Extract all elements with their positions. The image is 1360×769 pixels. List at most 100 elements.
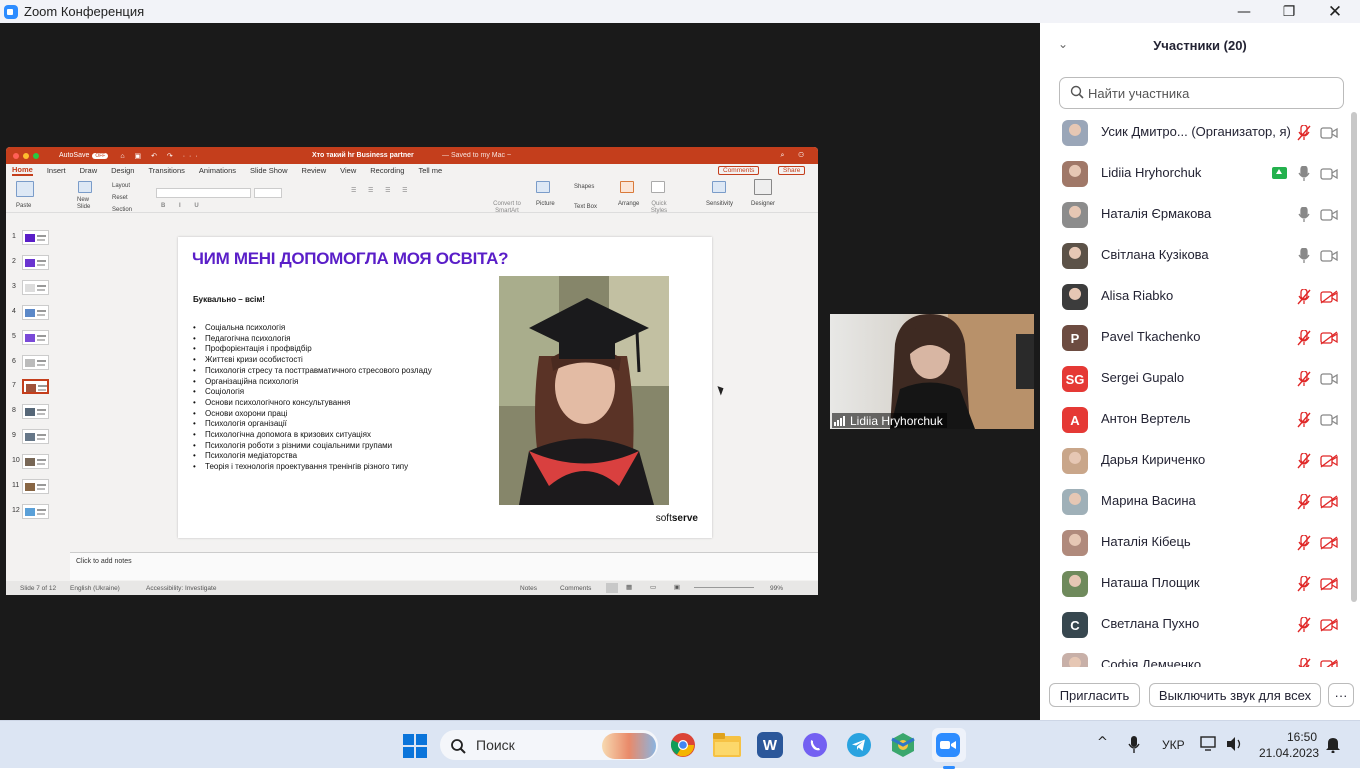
tab-slide-show[interactable]: Slide Show bbox=[250, 166, 288, 175]
zoom-level[interactable]: 99% bbox=[770, 585, 783, 592]
more-options-button[interactable]: ··· bbox=[1328, 683, 1354, 707]
language-status[interactable]: English (Ukraine) bbox=[70, 585, 120, 592]
viber-icon[interactable] bbox=[802, 732, 828, 758]
participant-row[interactable]: Наталія Єрмакова bbox=[1040, 194, 1350, 235]
tab-transitions[interactable]: Transitions bbox=[148, 166, 184, 175]
network-icon[interactable] bbox=[1200, 736, 1218, 752]
section-button[interactable]: Section bbox=[112, 207, 132, 213]
comments-button[interactable]: Comments bbox=[718, 166, 760, 175]
layout-button[interactable]: Layout bbox=[112, 183, 130, 189]
mic-muted-icon[interactable] bbox=[1297, 288, 1311, 305]
mic-on-icon[interactable] bbox=[1297, 165, 1311, 182]
video-off-icon[interactable] bbox=[1320, 331, 1338, 345]
participant-row[interactable]: Наташа Площик bbox=[1040, 563, 1350, 604]
video-on-icon[interactable] bbox=[1320, 208, 1338, 222]
video-off-icon[interactable] bbox=[1320, 454, 1338, 468]
chrome-icon[interactable] bbox=[670, 732, 696, 758]
paragraph-buttons[interactable]: ☰ ☰ ☰ ☰ bbox=[351, 187, 413, 194]
tray-microphone-icon[interactable] bbox=[1128, 736, 1140, 754]
slide-thumbnail[interactable] bbox=[22, 429, 49, 445]
tab-insert[interactable]: Insert bbox=[47, 166, 66, 175]
mac-zoom-dot[interactable] bbox=[33, 152, 39, 159]
slide-thumbnail[interactable] bbox=[22, 254, 49, 270]
slide-thumbnail[interactable] bbox=[22, 230, 49, 245]
telegram-icon[interactable] bbox=[846, 732, 872, 758]
slide-thumbnail[interactable] bbox=[22, 503, 49, 519]
convert-smartart-label[interactable]: Convert to SmartArt bbox=[490, 201, 524, 215]
quick-access-icons[interactable]: ⌂ ▣ ↶ ↷ ··· bbox=[120, 152, 201, 160]
mic-on-icon[interactable] bbox=[1297, 247, 1311, 264]
tab-home[interactable]: Home bbox=[12, 165, 33, 176]
video-off-icon[interactable] bbox=[1320, 618, 1338, 632]
slide-thumbnail[interactable] bbox=[22, 354, 49, 370]
mic-muted-icon[interactable] bbox=[1297, 370, 1311, 387]
participant-row[interactable]: Усик Дмитро... (Организатор, я) bbox=[1040, 112, 1350, 153]
participant-video-tile[interactable]: Lidiia Hryhorchuk bbox=[830, 314, 1034, 429]
participant-row[interactable]: Софія Демченко bbox=[1040, 645, 1350, 667]
new-slide-icon[interactable] bbox=[78, 181, 92, 193]
video-on-icon[interactable] bbox=[1320, 167, 1338, 181]
word-icon[interactable]: W bbox=[757, 732, 783, 758]
maps-app-icon[interactable] bbox=[890, 732, 916, 758]
tab-recording[interactable]: Recording bbox=[370, 166, 404, 175]
notes-toggle[interactable]: Notes bbox=[520, 585, 537, 592]
view-buttons[interactable]: ▦ ▭ ▣ bbox=[626, 583, 688, 591]
windows-start-icon[interactable] bbox=[403, 734, 427, 758]
font-name-select[interactable] bbox=[156, 188, 251, 198]
mic-muted-icon[interactable] bbox=[1297, 452, 1311, 469]
slide-thumbnail[interactable] bbox=[22, 454, 49, 470]
participant-row[interactable]: Alisa Riabko bbox=[1040, 276, 1350, 317]
notes-pane[interactable]: Click to add notes bbox=[70, 552, 818, 580]
slide-thumbnail[interactable] bbox=[22, 304, 49, 320]
participant-row[interactable]: Світлана Кузікова bbox=[1040, 235, 1350, 276]
paste-icon[interactable] bbox=[16, 181, 34, 197]
mic-muted-icon[interactable] bbox=[1297, 657, 1311, 667]
tab-animations[interactable]: Animations bbox=[199, 166, 236, 175]
tab-view[interactable]: View bbox=[340, 166, 356, 175]
participant-row[interactable]: A Антон Вертель bbox=[1040, 399, 1350, 440]
slide-thumbnail[interactable] bbox=[22, 279, 49, 295]
mic-muted-icon[interactable] bbox=[1297, 534, 1311, 551]
participant-row[interactable]: Наталія Кібець bbox=[1040, 522, 1350, 563]
share-button[interactable]: Share bbox=[778, 166, 806, 175]
participant-list-scrollbar[interactable] bbox=[1351, 112, 1357, 602]
file-explorer-icon[interactable] bbox=[713, 733, 741, 757]
video-off-icon[interactable] bbox=[1320, 290, 1338, 304]
video-on-icon[interactable] bbox=[1320, 126, 1338, 140]
slide-thumbnail[interactable] bbox=[22, 379, 49, 395]
participant-row[interactable]: P Pavel Tkachenko bbox=[1040, 317, 1350, 358]
clock-date[interactable]: 21.04.2023 bbox=[1259, 746, 1319, 760]
font-size-select[interactable] bbox=[254, 188, 282, 198]
zoom-slider[interactable] bbox=[694, 587, 754, 588]
slide-thumbnail[interactable] bbox=[22, 404, 49, 420]
participant-row[interactable]: C Светлана Пухно bbox=[1040, 604, 1350, 645]
video-off-icon[interactable] bbox=[1320, 659, 1338, 667]
tab-draw[interactable]: Draw bbox=[80, 166, 98, 175]
notification-bell-icon[interactable] bbox=[1325, 736, 1341, 753]
tray-overflow-chevron-icon[interactable]: ^ bbox=[1097, 735, 1108, 750]
participant-search-input[interactable]: Найти участника bbox=[1059, 77, 1344, 109]
shapes-button[interactable]: Shapes bbox=[574, 184, 594, 190]
close-button[interactable]: ✕ bbox=[1312, 0, 1358, 23]
video-on-icon[interactable] bbox=[1320, 413, 1338, 427]
mic-muted-icon[interactable] bbox=[1297, 124, 1311, 141]
mic-muted-icon[interactable] bbox=[1297, 493, 1311, 510]
mic-muted-icon[interactable] bbox=[1297, 411, 1311, 428]
restore-button[interactable]: ❐ bbox=[1266, 0, 1312, 23]
accessibility-status[interactable]: Accessibility: Investigate bbox=[146, 585, 216, 592]
arrange-icon[interactable] bbox=[620, 181, 634, 193]
text-box-button[interactable]: Text Box bbox=[574, 204, 597, 210]
mac-minimize-dot[interactable] bbox=[23, 152, 29, 159]
minimize-button[interactable]: — bbox=[1221, 0, 1267, 23]
keyboard-language[interactable]: УКР bbox=[1162, 738, 1185, 752]
reset-button[interactable]: Reset bbox=[112, 195, 128, 201]
clock-time[interactable]: 16:50 bbox=[1287, 730, 1317, 744]
slide-thumbnail[interactable] bbox=[22, 479, 49, 494]
mic-muted-icon[interactable] bbox=[1297, 329, 1311, 346]
video-off-icon[interactable] bbox=[1320, 577, 1338, 591]
mac-close-dot[interactable] bbox=[13, 152, 19, 159]
video-off-icon[interactable] bbox=[1320, 495, 1338, 509]
designer-icon[interactable] bbox=[754, 179, 772, 195]
video-off-icon[interactable] bbox=[1320, 536, 1338, 550]
text-format-buttons[interactable]: B I U bbox=[161, 203, 205, 209]
